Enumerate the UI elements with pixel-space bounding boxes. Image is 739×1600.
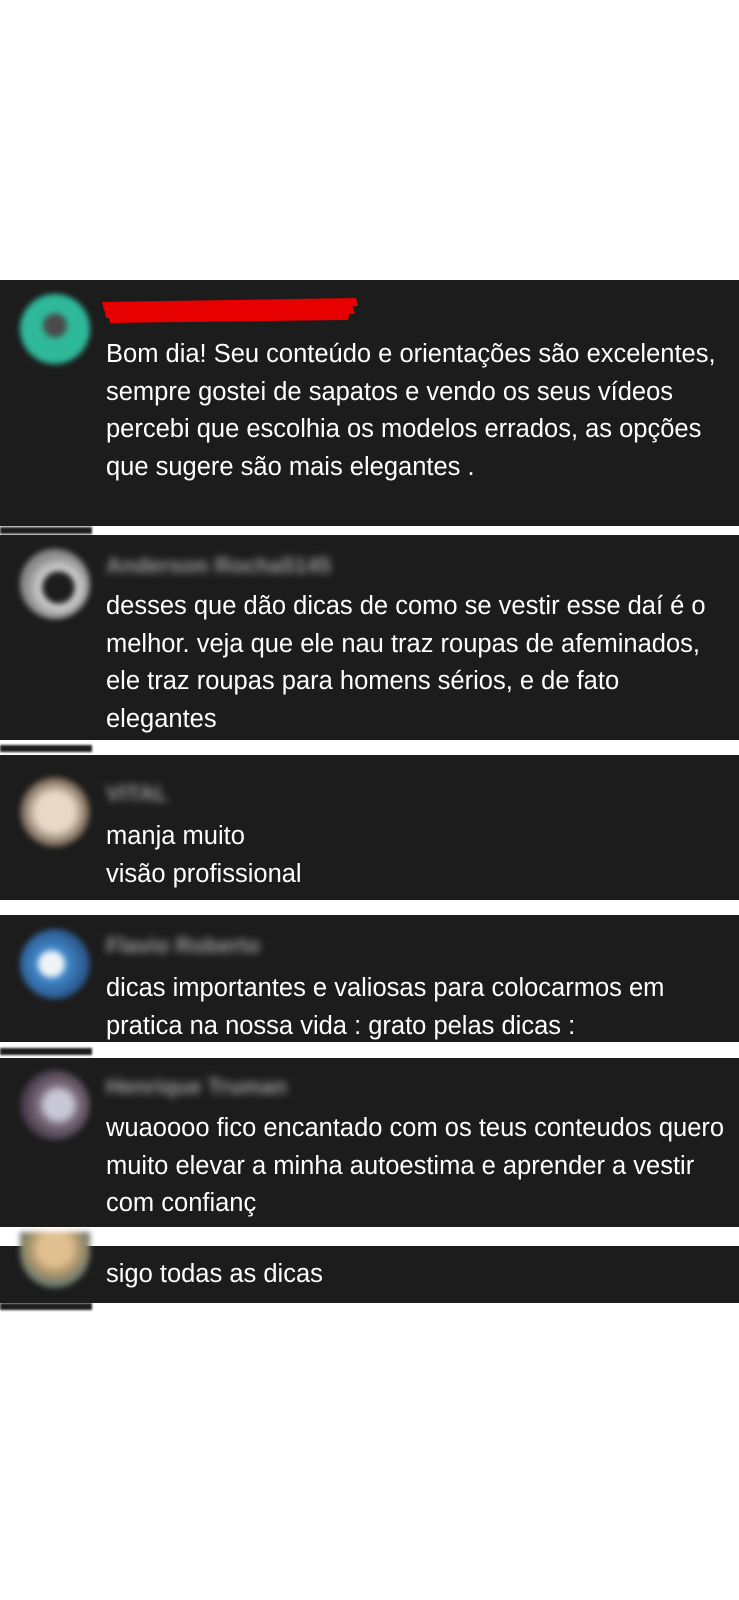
avatar[interactable] xyxy=(20,777,90,847)
avatar[interactable] xyxy=(20,294,90,364)
comment-username[interactable]: VITAL xyxy=(106,781,168,807)
avatar[interactable] xyxy=(20,1232,90,1288)
avatar[interactable] xyxy=(20,929,90,999)
comment-card: Bom dia! Seu conteúdo e orientações são … xyxy=(0,280,739,526)
comment-username[interactable]: Flavio Roberto xyxy=(106,933,260,959)
comment-text: manja muito visão profissional xyxy=(106,822,302,888)
comment-card: Flavio Roberto dicas importantes e valio… xyxy=(0,915,739,1042)
divider xyxy=(0,527,92,534)
divider xyxy=(0,1048,92,1055)
comment-text: desses que dão dicas de como se vestir e… xyxy=(106,592,706,733)
comment-text: Bom dia! Seu conteúdo e orientações são … xyxy=(106,340,716,481)
comment-card: sigo todas as dicas xyxy=(0,1232,739,1303)
avatar[interactable] xyxy=(20,549,90,619)
comment-text: sigo todas as dicas xyxy=(106,1260,323,1288)
comment-card: Anderson Rocha5145 desses que dão dicas … xyxy=(0,535,739,740)
comment-card: VITAL manja muito visão profissional xyxy=(0,755,739,900)
comment-text: wuaoooo fico encantado com os teus conte… xyxy=(106,1114,725,1217)
comment-username[interactable]: Henrique Truman xyxy=(106,1074,287,1100)
divider xyxy=(0,745,92,752)
comment-card: Henrique Truman wuaoooo fico encantado c… xyxy=(0,1058,739,1227)
comment-username[interactable]: Anderson Rocha5145 xyxy=(106,553,331,579)
divider xyxy=(0,1303,92,1310)
redacted-username xyxy=(102,298,358,323)
avatar[interactable] xyxy=(20,1070,90,1140)
comment-text: dicas importantes e valiosas para coloca… xyxy=(106,974,665,1040)
